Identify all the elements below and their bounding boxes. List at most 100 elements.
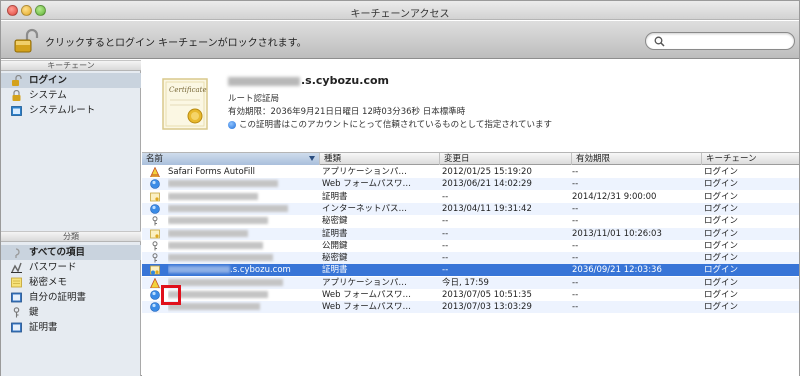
cell-keychain: ログイン <box>704 216 739 227</box>
certificate-trust: この証明書はこのアカウントにとって信頼されているものとして指定されています <box>228 118 552 130</box>
application-password-icon <box>150 277 160 288</box>
category-header: 分類 <box>1 231 141 242</box>
search-icon <box>654 36 665 47</box>
redacted-text <box>168 278 283 286</box>
cell-expires: -- <box>572 253 579 264</box>
highlight-annotation <box>161 285 181 305</box>
cell-name <box>168 178 318 190</box>
cell-keychain: ログイン <box>704 228 739 239</box>
sidebar: キーチェーン ログイン システム システムルート 分類 すべての項目 パスワード… <box>1 60 141 376</box>
cell-kind: Web フォームパスワ… <box>322 179 411 190</box>
table-row[interactable]: Web フォームパスワ… 2013/07/05 10:51:35 -- ログイン <box>142 289 799 301</box>
certificate-icon <box>150 229 160 238</box>
cell-kind: インターネットパス… <box>322 203 408 214</box>
table-row[interactable]: 秘密鍵 -- -- ログイン <box>142 215 799 227</box>
search-field[interactable] <box>645 32 795 50</box>
table-row[interactable]: Safari Forms AutoFill アプリケーションパ… 2012/01/2… <box>142 166 799 178</box>
cell-modified: -- <box>442 253 449 264</box>
cell-name <box>168 252 318 264</box>
table-row[interactable]: 公開鍵 -- -- ログイン <box>142 240 799 252</box>
cell-name: Safari Forms AutoFill <box>168 167 255 177</box>
sidebar-item-keys[interactable]: 鍵 <box>1 305 141 320</box>
trusted-badge-icon <box>228 120 236 129</box>
table-row[interactable]: 証明書 -- 2014/12/31 9:00:00 ログイン <box>142 191 799 203</box>
safari-forms-icon <box>150 167 160 177</box>
certificate-icon: Certificate <box>162 78 208 130</box>
column-header-name[interactable]: 名前 <box>142 153 320 165</box>
cell-name <box>168 191 318 203</box>
cell-keychain: ログイン <box>704 240 739 251</box>
web-password-icon <box>150 290 160 300</box>
cell-modified: 2013/06/21 14:02:29 <box>442 179 532 190</box>
column-header-kind[interactable]: 種類 <box>320 153 440 165</box>
internet-password-icon <box>150 204 160 214</box>
sidebar-item-system[interactable]: システム <box>1 88 141 103</box>
sidebar-item-label: すべての項目 <box>29 247 85 258</box>
sidebar-item-label: 秘密メモ <box>29 277 68 288</box>
cell-kind: アプリケーションパ… <box>322 277 407 288</box>
redacted-text <box>168 303 260 311</box>
redacted-text <box>168 254 273 262</box>
table-row[interactable]: 証明書 -- 2013/11/01 10:26:03 ログイン <box>142 227 799 240</box>
cell-expires: 2013/11/01 10:26:03 <box>572 228 662 239</box>
table-row[interactable]: Web フォームパスワ… 2013/07/03 13:03:29 -- ログイン <box>142 301 799 314</box>
cell-kind: Web フォームパスワ… <box>322 302 411 313</box>
table-row[interactable]: インターネットパス… 2013/04/11 19:31:42 -- ログイン <box>142 202 799 215</box>
cell-keychain: ログイン <box>704 191 739 202</box>
cell-modified: -- <box>442 191 449 202</box>
cell-name <box>168 277 318 289</box>
svg-text:Certificate: Certificate <box>169 86 207 94</box>
lock-message[interactable]: クリックするとログイン キーチェーンがロックされます。 <box>45 34 307 49</box>
sidebar-item-secure-notes[interactable]: 秘密メモ <box>1 275 141 290</box>
cell-expires: -- <box>572 179 579 190</box>
table-row[interactable]: 秘密鍵 -- -- ログイン <box>142 252 799 265</box>
column-header-modified[interactable]: 変更日 <box>440 153 572 165</box>
cell-modified: -- <box>442 265 449 276</box>
root-certificate-icon <box>150 265 160 275</box>
sidebar-item-system-roots[interactable]: システムルート <box>1 103 141 118</box>
sort-descending-icon <box>309 156 315 161</box>
keychains-header: キーチェーン <box>1 60 141 71</box>
cell-expires: -- <box>572 203 579 214</box>
column-header-keychain[interactable]: キーチェーン <box>702 153 799 165</box>
sidebar-item-label: システムルート <box>29 105 96 116</box>
sidebar-item-my-certificates[interactable]: 自分の証明書 <box>1 290 141 305</box>
cell-name <box>168 301 318 313</box>
cell-expires: -- <box>572 277 579 288</box>
items-table: 名前 種類 変更日 有効期限 キーチェーン Safari Forms AutoF… <box>142 152 799 376</box>
keychain-access-window: キーチェーンアクセス クリックするとログイン キーチェーンがロックされます。 キ… <box>0 0 800 376</box>
cell-name <box>168 215 318 227</box>
title-bar: キーチェーンアクセス <box>1 1 799 20</box>
cell-expires: 2014/12/31 9:00:00 <box>572 191 657 202</box>
cell-modified: -- <box>442 240 449 251</box>
unlocked-padlock-icon[interactable] <box>13 28 39 54</box>
table-row[interactable]: .s.cybozu.com 証明書 -- 2036/09/21 12:03:36 ログイ… <box>142 264 799 277</box>
cell-modified: -- <box>442 228 449 239</box>
cell-name <box>168 228 318 240</box>
table-row[interactable]: アプリケーションパ… 今日, 17:59 -- ログイン <box>142 276 799 289</box>
sidebar-item-all-items[interactable]: すべての項目 <box>1 245 141 260</box>
cell-keychain: ログイン <box>704 179 739 190</box>
cell-modified: 今日, 17:59 <box>442 277 489 288</box>
sidebar-item-certificates[interactable]: 証明書 <box>1 320 141 335</box>
password-icon <box>11 262 22 273</box>
cell-kind: 証明書 <box>322 228 348 239</box>
sidebar-item-label: 証明書 <box>29 322 58 333</box>
sidebar-item-login[interactable]: ログイン <box>1 73 141 88</box>
all-items-icon <box>15 248 20 258</box>
redacted-text <box>168 204 288 212</box>
redacted-text <box>168 229 248 237</box>
cell-kind: 秘密鍵 <box>322 216 348 227</box>
cell-name <box>168 289 318 301</box>
sidebar-item-passwords[interactable]: パスワード <box>1 260 141 275</box>
cell-keychain: ログイン <box>704 265 739 276</box>
cell-kind: Web フォームパスワ… <box>322 290 411 300</box>
cell-modified: 2013/07/03 13:03:29 <box>442 302 532 313</box>
cell-expires: -- <box>572 290 579 300</box>
column-header-expires[interactable]: 有効期限 <box>572 153 702 165</box>
table-row[interactable]: Web フォームパスワ… 2013/06/21 14:02:29 -- ログイン <box>142 178 799 191</box>
table-header: 名前 種類 変更日 有効期限 キーチェーン <box>142 152 799 165</box>
keychain-icon <box>12 90 21 101</box>
my-certificate-icon <box>11 292 22 303</box>
cell-keychain: ログイン <box>704 302 739 313</box>
